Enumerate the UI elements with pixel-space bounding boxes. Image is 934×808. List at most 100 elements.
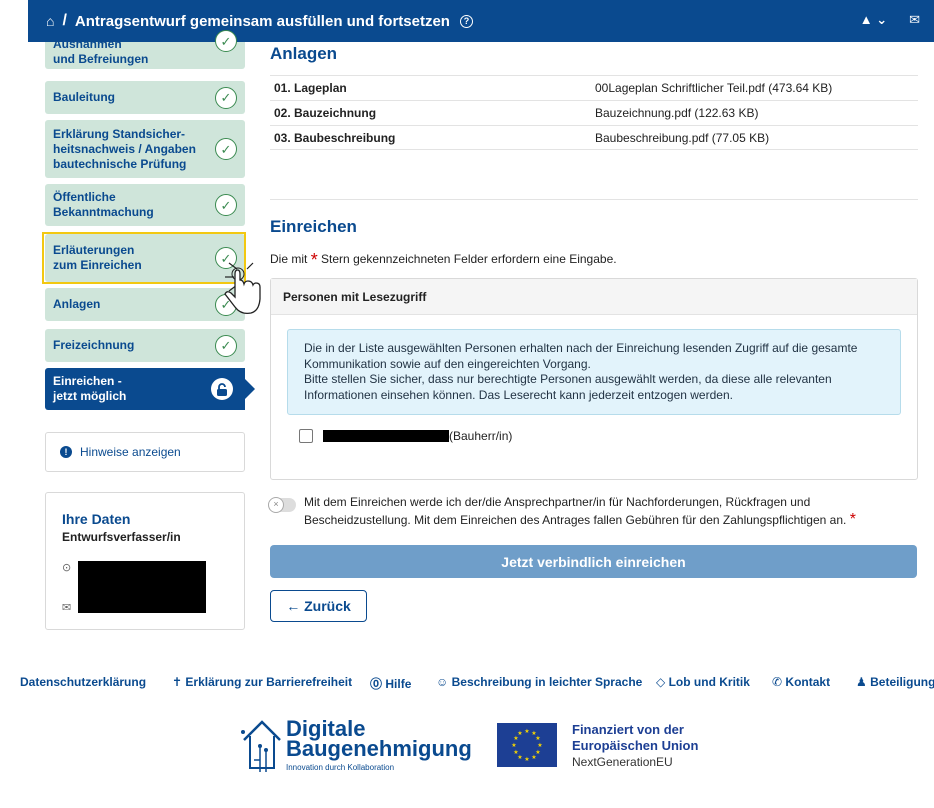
footer-link-label: Erklärung zur Barrierefreiheit [185, 675, 353, 689]
feedback-icon: ◇ [656, 675, 666, 689]
table-row: 01. Lageplan 00Lageplan Schriftlicher Te… [270, 75, 918, 100]
home-icon[interactable]: ⌂ [46, 13, 54, 29]
svg-text:★: ★ [531, 754, 536, 761]
eu-flag-icon: ★ ★ ★ ★ ★ ★ ★ ★ ★ ★ ★ ★ [497, 723, 557, 767]
required-note-prefix: Die mit [270, 252, 308, 266]
svg-text:★: ★ [517, 730, 522, 737]
info-text: Informationen einsehen können. Das Leser… [304, 387, 733, 402]
step-label: Anlagen [53, 297, 101, 311]
house-circuit-icon [241, 720, 281, 772]
footer-link-label: Lob und Kritik [668, 675, 750, 689]
info-text: Kommunikation sowie auf den eingereichte… [304, 356, 591, 371]
attachment-name: 02. Bauzeichnung [274, 106, 377, 120]
step-standsicherheit[interactable]: Erklärung Standsicher- heitsnachweis / A… [45, 120, 245, 178]
step-label: jetzt möglich [53, 389, 127, 403]
svg-text:★: ★ [535, 735, 540, 742]
info-box: Die in der Liste ausgewählten Personen e… [287, 329, 901, 415]
attachment-file[interactable]: Baubeschreibung.pdf (77.05 KB) [595, 131, 769, 145]
your-data-title: Ihre Daten [62, 511, 131, 527]
digitale-baugenehmigung-logo: Digitale Baugenehmigung Innovation durch… [238, 716, 478, 776]
show-hints-label: Hinweise anzeigen [80, 445, 181, 459]
footer-link-datenschutz[interactable]: Datenschutzerklärung [20, 675, 146, 689]
help-icon[interactable]: ? [459, 14, 473, 28]
back-button[interactable]: ← Zurück [270, 590, 367, 622]
info-text: Bitte stellen Sie sicher, dass nur berec… [304, 372, 832, 386]
step-label: Erklärung Standsicher- [53, 126, 186, 141]
top-bar: ⌂ / Antragsentwurf gemeinsam ausfüllen u… [28, 0, 934, 42]
step-label: Ausnahmen [53, 36, 122, 51]
info-text: Die in der Liste ausgewählten Personen e… [304, 341, 858, 355]
check-icon: ✓ [215, 30, 237, 52]
panel-title: Personen mit Lesezugriff [271, 279, 917, 315]
step-label: und Befreiungen [53, 51, 149, 66]
step-bauleitung[interactable]: Bauleitung ✓ [45, 81, 245, 114]
footer-link-label: Beschreibung in leichter Sprache [451, 675, 643, 689]
smiley-icon: ☺ [436, 675, 449, 689]
step-einreichen[interactable]: Einreichen - jetzt möglich [45, 368, 255, 410]
attachment-file[interactable]: Bauzeichnung.pdf (122.63 KB) [595, 106, 758, 120]
your-data-role: Entwurfsverfasser/in [62, 530, 181, 544]
anlagen-heading: Anlagen [270, 44, 338, 63]
mail-icon[interactable]: ✉ [909, 12, 920, 28]
accessibility-icon: ✝ [172, 675, 183, 689]
svg-text:★: ★ [511, 742, 516, 749]
required-note-suffix: Stern gekennzeichneten Felder erfordern … [321, 252, 617, 266]
hand-cursor-icon [224, 262, 261, 315]
show-hints-button[interactable]: ! Hinweise anzeigen [45, 432, 245, 472]
attachment-name: 01. Lageplan [274, 81, 347, 95]
table-row: 02. Bauzeichnung Bauzeichnung.pdf (122.6… [270, 100, 918, 125]
eu-text-line: NextGenerationEU [572, 755, 673, 769]
section-divider [270, 199, 918, 200]
confirmation-toggle[interactable] [268, 497, 296, 513]
svg-text:★: ★ [524, 756, 529, 763]
einreichen-heading: Einreichen [270, 217, 357, 236]
required-star: * [310, 250, 318, 270]
step-label: Freizeichnung [53, 338, 135, 352]
submit-button[interactable]: Jetzt verbindlich einreichen [270, 545, 917, 578]
step-label: heitsnachweis / Angaben [53, 141, 196, 156]
info-icon: ! [60, 446, 72, 458]
logo-tagline: Innovation durch Kollaboration [286, 763, 395, 772]
required-note: Die mit * Stern gekennzeichneten Felder … [270, 250, 617, 271]
person-checkbox[interactable] [299, 429, 313, 443]
page-title: Antragsentwurf gemeinsam ausfüllen und f… [74, 12, 450, 30]
step-label: Bauleitung [53, 90, 115, 104]
user-menu-icon[interactable]: ▲ ⌄ [860, 12, 887, 28]
step-bekanntmachung[interactable]: Öffentliche Bekanntmachung ✓ [45, 184, 245, 226]
location-pin-icon: ⊙ [62, 562, 72, 574]
footer-link-beteiligung[interactable]: ♟ Beteiligung [856, 675, 934, 689]
person-row: (Bauherr/in) [299, 429, 512, 443]
svg-text:★: ★ [513, 749, 518, 756]
footer-link-label: Kontakt [785, 675, 831, 689]
help-icon: ⓪ [370, 677, 383, 691]
eu-funding-text: Finanziert von der Europäischen Union Ne… [572, 722, 698, 770]
check-icon: ✓ [215, 334, 237, 357]
footer-link-barrierefreiheit[interactable]: ✝ Erklärung zur Barrierefreiheit [172, 675, 352, 689]
redacted-contact [78, 561, 206, 613]
phone-icon: ✆ [772, 675, 783, 689]
redacted-name [323, 430, 449, 442]
read-access-panel: Personen mit Lesezugriff Die in der List… [270, 278, 918, 480]
step-label: Öffentliche [53, 190, 116, 204]
footer-link-label: Datenschutzerklärung [20, 675, 147, 689]
step-freizeichnung[interactable]: Freizeichnung ✓ [45, 329, 245, 362]
svg-text:★: ★ [537, 742, 542, 749]
footer-link-leichte-sprache[interactable]: ☺ Beschreibung in leichter Sprache [436, 675, 642, 689]
attachment-file[interactable]: 00Lageplan Schriftlicher Teil.pdf (473.6… [595, 81, 832, 95]
table-row: 03. Baubeschreibung Baubeschreibung.pdf … [270, 125, 918, 150]
step-label: Einreichen - [53, 374, 122, 388]
attachment-name: 03. Baubeschreibung [274, 130, 396, 145]
check-icon: ✓ [215, 86, 237, 109]
footer-link-label: Hilfe [385, 677, 412, 691]
footer-link-hilfe[interactable]: ⓪ Hilfe [370, 675, 411, 692]
mail-icon: ✉ [62, 602, 72, 614]
breadcrumb-separator: / [62, 12, 67, 29]
check-icon: ✓ [215, 194, 237, 216]
confirmation-row: Mit dem Einreichen werde ich der/die Ans… [268, 494, 918, 529]
person-role: (Bauherr/in) [449, 429, 513, 443]
footer-link-label: Beteiligung [870, 675, 934, 689]
footer-link-kontakt[interactable]: ✆ Kontakt [772, 675, 830, 689]
footer-link-lob-kritik[interactable]: ◇ Lob und Kritik [656, 675, 750, 689]
your-data-card: Ihre Daten Entwurfsverfasser/in ⊙ ✉ [45, 492, 245, 630]
step-ausnahmen[interactable]: Ausnahmen und Befreiungen ✓ [45, 30, 245, 69]
